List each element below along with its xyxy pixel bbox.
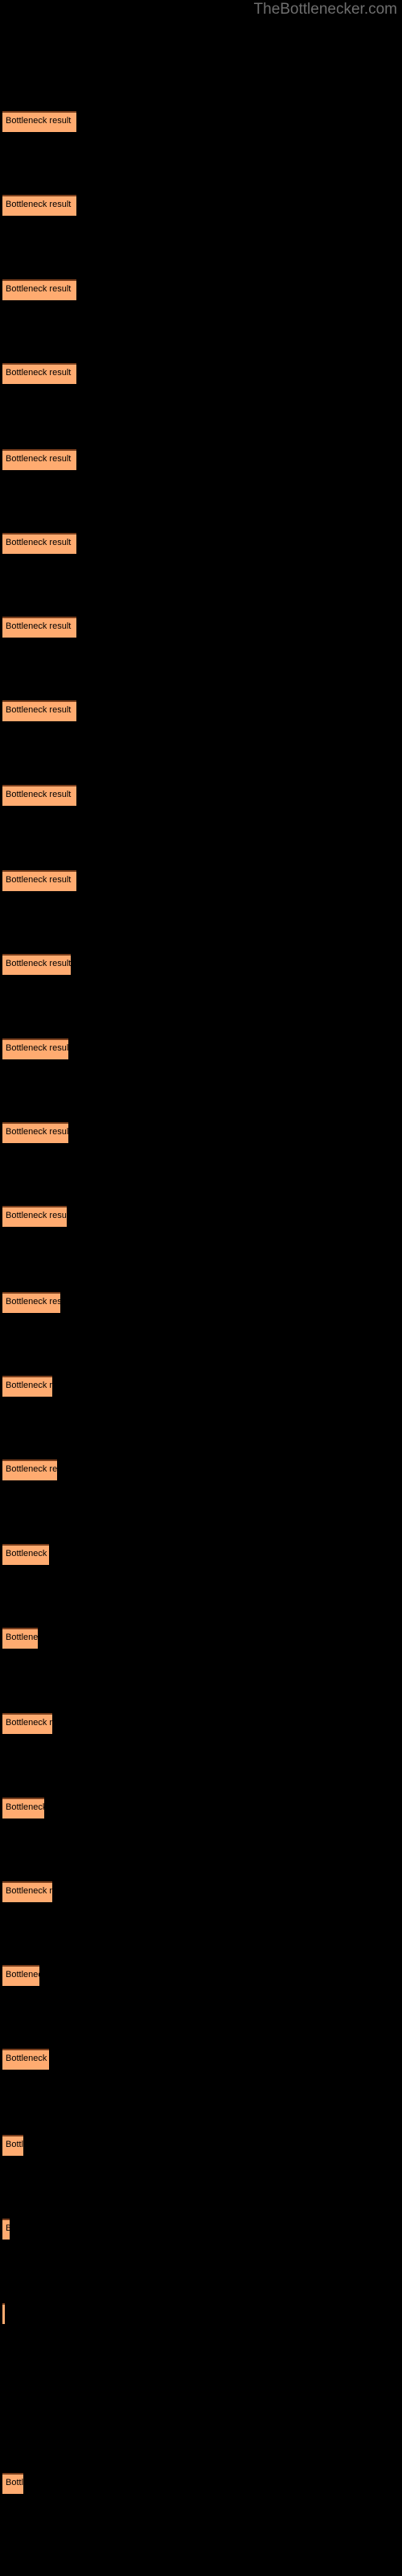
bar-10: Bottleneck result [2, 870, 76, 892]
bar-15: Bottleneck result [2, 1291, 60, 1313]
bar-24: Bottleneck result [2, 2049, 49, 2070]
bar-5: Bottleneck result [2, 448, 76, 470]
bar-9: Bottleneck result [2, 784, 76, 806]
bar-1: Bottleneck result [2, 111, 76, 133]
bar-label: Bottleneck result [6, 1802, 44, 1812]
bar-label: Bottleneck result [6, 1381, 52, 1391]
bar-28: Bottleneck result [2, 2472, 23, 2494]
bar-label: Bottleneck result [6, 875, 72, 886]
bar-label: Bottleneck result [6, 1632, 38, 1642]
bar-label: Bottleneck result [6, 1211, 67, 1221]
bar-label: Bottleneck result [6, 621, 72, 632]
bar-label: Bottleneck result [6, 1464, 57, 1475]
bar-8: Bottleneck result [2, 700, 76, 722]
bar-7: Bottleneck result [2, 617, 76, 638]
bar-21: Bottleneck result [2, 1797, 44, 1818]
bar-label: Bottleneck result [6, 705, 72, 716]
bar-12: Bottleneck result [2, 1038, 68, 1059]
bar-label: Bottleneck result [6, 1548, 49, 1558]
bar-label: Bottleneck result [6, 1970, 39, 1980]
bar-4: Bottleneck result [2, 362, 76, 384]
bar-2: Bottleneck result [2, 195, 76, 217]
chart-canvas: TheBottlenecker.com Bottleneck result Bot… [0, 0, 402, 2576]
bar-label: Bottleneck result [6, 1718, 52, 1728]
bar-22: Bottleneck result [2, 1880, 52, 1902]
bar-27: Bottleneck result [2, 2302, 5, 2324]
bar-label: Bottleneck result [6, 1042, 68, 1053]
bar-label: Bottleneck result [6, 2223, 10, 2234]
bar-16: Bottleneck result [2, 1376, 52, 1397]
bar-18: Bottleneck result [2, 1543, 49, 1565]
bar-label: Bottleneck result [6, 1126, 68, 1137]
bar-label: Bottleneck result [6, 2477, 23, 2487]
bar-20: Bottleneck result [2, 1713, 52, 1735]
bar-label: Bottleneck result [6, 453, 72, 464]
bar-label: Bottleneck result [6, 2140, 23, 2150]
bar-label: Bottleneck result [6, 367, 72, 378]
bar-label: Bottleneck result [6, 1885, 52, 1896]
bar-label: Bottleneck result [6, 283, 72, 294]
bar-6: Bottleneck result [2, 532, 76, 554]
bar-14: Bottleneck result [2, 1206, 67, 1228]
bar-label: Bottleneck result [6, 2054, 49, 2064]
bar-13: Bottleneck result [2, 1121, 68, 1143]
bar-25: Bottleneck result [2, 2135, 23, 2157]
bar-label: Bottleneck result [6, 959, 71, 969]
bar-23: Bottleneck result [2, 1965, 39, 1987]
bar-label: Bottleneck result [6, 537, 72, 547]
bar-3: Bottleneck result [2, 279, 76, 300]
bar-label: Bottleneck result [6, 1296, 60, 1307]
bar-11: Bottleneck result [2, 954, 71, 976]
bar-19: Bottleneck result [2, 1627, 38, 1649]
bar-label: Bottleneck result [6, 789, 72, 799]
page-title: TheBottlenecker.com [253, 1, 397, 18]
bar-label: Bottleneck result [6, 116, 72, 126]
bar-label: Bottleneck result [6, 200, 72, 210]
bar-26: Bottleneck result [2, 2219, 10, 2240]
bar-17: Bottleneck result [2, 1459, 57, 1481]
